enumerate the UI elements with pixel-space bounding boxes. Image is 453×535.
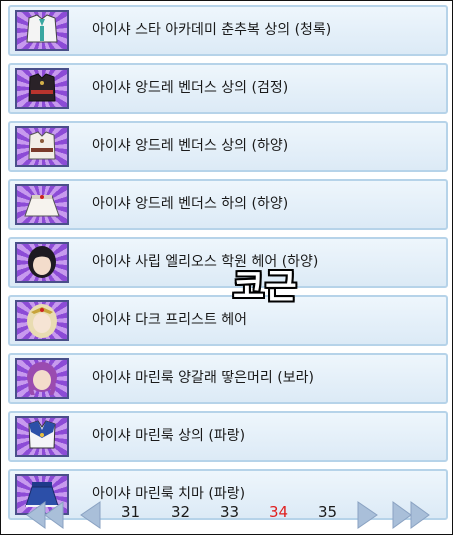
- page-link-33[interactable]: 33: [220, 503, 239, 521]
- list-item[interactable]: 아이샤 앙드레 벤더스 상의 (하양): [8, 121, 448, 172]
- watermark-text: 코근: [233, 267, 298, 307]
- page-link-31[interactable]: 31: [121, 503, 140, 521]
- item-list: 아이샤 스타 아카데미 춘추복 상의 (청록) 아이샤 앙드레 벤더스 상의 (…: [8, 5, 448, 527]
- list-item[interactable]: 아이샤 사립 엘리오스 학원 헤어 (하양): [8, 237, 448, 288]
- academy-uniform-top-icon: [15, 10, 69, 51]
- list-item[interactable]: 아이샤 마린룩 양갈래 땋은머리 (보라): [8, 353, 448, 404]
- item-label: 아이샤 앙드레 벤더스 하의 (하양): [92, 196, 289, 212]
- prev-page-icon[interactable]: [77, 499, 103, 531]
- list-item[interactable]: 아이샤 스타 아카데미 춘추복 상의 (청록): [8, 5, 448, 56]
- dark-priest-hair-icon: [15, 300, 69, 341]
- item-label: 아이샤 마린룩 상의 (파랑): [92, 428, 246, 444]
- next-page-icon[interactable]: [355, 499, 381, 531]
- item-label: 아이샤 스타 아카데미 춘추복 상의 (청록): [92, 22, 332, 38]
- item-list-window: 아이샤 스타 아카데미 춘추복 상의 (청록) 아이샤 앙드레 벤더스 상의 (…: [0, 0, 453, 535]
- item-label: 아이샤 마린룩 양갈래 땋은머리 (보라): [92, 370, 314, 386]
- last-page-icon[interactable]: [389, 499, 433, 531]
- item-label: 아이샤 다크 프리스트 헤어: [92, 312, 248, 328]
- white-skirt-icon: [15, 184, 69, 225]
- page-link-32[interactable]: 32: [171, 503, 190, 521]
- black-top-icon: [15, 68, 69, 109]
- school-hair-icon: [15, 242, 69, 283]
- white-top-icon: [15, 126, 69, 167]
- page-link-current[interactable]: 34: [269, 503, 288, 521]
- list-item[interactable]: 아이샤 다크 프리스트 헤어: [8, 295, 448, 346]
- item-label: 아이샤 앙드레 벤더스 상의 (검정): [92, 80, 289, 96]
- pagination: 31 32 33 34 35: [1, 495, 453, 535]
- braided-hair-icon: [15, 358, 69, 399]
- list-item[interactable]: 아이샤 앙드레 벤더스 하의 (하양): [8, 179, 448, 230]
- page-link-35[interactable]: 35: [318, 503, 337, 521]
- item-label: 아이샤 앙드레 벤더스 상의 (하양): [92, 138, 289, 154]
- marine-top-icon: [15, 416, 69, 457]
- list-item[interactable]: 아이샤 앙드레 벤더스 상의 (검정): [8, 63, 448, 114]
- list-item[interactable]: 아이샤 마린룩 상의 (파랑): [8, 411, 448, 462]
- first-page-icon[interactable]: [23, 499, 67, 531]
